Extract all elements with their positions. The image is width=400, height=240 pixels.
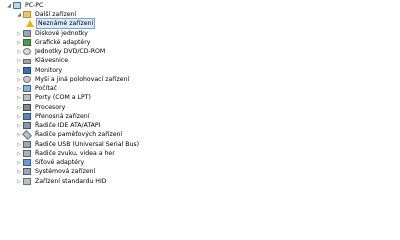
expand-arrow-icon[interactable]: ▷	[15, 167, 23, 176]
expand-arrow-icon[interactable]: ▷	[15, 66, 23, 75]
tree-node-computer[interactable]: ▷ Počítač	[15, 84, 175, 93]
expand-arrow-icon[interactable]: ▷	[15, 84, 23, 93]
tree-node-label[interactable]: Diskové jednotky	[34, 29, 89, 38]
tree-node-display-adapters[interactable]: ▷ Grafické adaptéry	[15, 38, 175, 47]
computer-icon	[23, 85, 31, 92]
tree-node-monitors[interactable]: ▷ Monitory	[15, 66, 175, 75]
expand-arrow-icon[interactable]: ▷	[15, 112, 23, 121]
tree-node-dvd-drives[interactable]: ▷ Jednotky DVD/CD-ROM	[15, 47, 175, 56]
tree-node-label[interactable]: Řadiče USB (Universal Serial Bus)	[34, 140, 140, 149]
tree-node-label[interactable]: Monitory	[34, 66, 63, 75]
storage-controller-icon	[22, 129, 32, 140]
tree-node-disk-drives[interactable]: ▷ Diskové jednotky	[15, 29, 175, 38]
tree-node-label[interactable]: Neznámé zařízení	[35, 18, 96, 29]
network-adapter-icon	[23, 159, 31, 166]
tree-node-label[interactable]: Počítač	[34, 84, 58, 93]
tree-node-storage-controllers[interactable]: ▷ Řadiče paměťových zařízení	[15, 129, 175, 140]
expand-arrow-icon[interactable]: ▷	[15, 47, 23, 56]
tree-node-other-devices[interactable]: ◢ Další zařízení	[15, 10, 175, 19]
portable-device-icon	[23, 113, 31, 120]
tree-node-label[interactable]: Řadiče IDE ATA/ATAPI	[34, 121, 101, 130]
usb-controller-icon	[23, 141, 31, 148]
tree-node-label[interactable]: Grafické adaptéry	[34, 38, 91, 47]
tree-node-label[interactable]: Procesory	[34, 103, 66, 112]
tree-node-sound-controllers[interactable]: ▷ Řadiče zvuku, videa a her	[15, 149, 175, 158]
expand-arrow-icon[interactable]: ▷	[15, 140, 23, 149]
expand-arrow-icon[interactable]: ▷	[15, 93, 23, 102]
sound-controller-icon	[23, 150, 31, 157]
ide-controller-icon	[23, 122, 31, 129]
tree-node-processors[interactable]: ▷ Procesory	[15, 103, 175, 112]
expand-arrow-icon[interactable]: ▷	[15, 121, 23, 130]
keyboard-icon	[23, 58, 31, 64]
port-icon	[23, 94, 31, 101]
expand-arrow-icon[interactable]: ▷	[15, 38, 23, 47]
tree-node-label[interactable]: Systémová zařízení	[34, 167, 96, 176]
tree-node-label[interactable]: Klávesnice	[34, 56, 69, 65]
tree-node-usb-controllers[interactable]: ▷ Řadiče USB (Universal Serial Bus)	[15, 140, 175, 149]
tree-node-label[interactable]: Myši a jiná polohovací zařízení	[34, 75, 130, 84]
tree-node-label[interactable]: Další zařízení	[34, 10, 77, 19]
expand-arrow-icon[interactable]: ▷	[15, 149, 23, 158]
expand-arrow-icon[interactable]: ▷	[15, 29, 23, 38]
expand-arrow-icon[interactable]: ▷	[15, 158, 23, 167]
tree-node-root[interactable]: ◢ PC-PC	[5, 1, 165, 10]
tree-node-hid-devices[interactable]: ▷ Zařízení standardu HID	[15, 177, 175, 186]
tree-node-mice[interactable]: ▷ Myši a jiná polohovací zařízení	[15, 75, 175, 84]
tree-node-label[interactable]: Porty (COM a LPT)	[34, 93, 92, 102]
dvd-drive-icon	[23, 48, 31, 55]
tree-node-portable-devices[interactable]: ▷ Přenosná zařízení	[15, 112, 175, 121]
mouse-icon	[23, 76, 31, 83]
hid-device-icon	[23, 178, 31, 185]
computer-icon	[13, 2, 21, 9]
tree-node-ports[interactable]: ▷ Porty (COM a LPT)	[15, 93, 175, 102]
tree-node-ide-controllers[interactable]: ▷ Řadiče IDE ATA/ATAPI	[15, 121, 175, 130]
unknown-device-folder-icon	[23, 11, 31, 18]
expand-arrow-icon[interactable]: ▷	[15, 177, 23, 186]
tree-node-label[interactable]: Řadiče zvuku, videa a her	[34, 149, 116, 158]
device-manager-tree: ◢ PC-PC ◢ Další zařízení Neznámé zařízen…	[0, 0, 400, 240]
tree-node-label[interactable]: Jednotky DVD/CD-ROM	[34, 47, 106, 56]
expand-arrow-icon[interactable]: ▷	[15, 103, 23, 112]
tree-node-unknown-device[interactable]: Neznámé zařízení	[26, 18, 186, 29]
display-adapter-icon	[23, 39, 31, 46]
expand-arrow-icon[interactable]: ▷	[15, 56, 23, 65]
tree-node-label[interactable]: Řadiče paměťových zařízení	[34, 130, 123, 139]
processor-icon	[23, 104, 31, 111]
tree-node-network-adapters[interactable]: ▷ Síťové adaptéry	[15, 158, 175, 167]
tree-node-keyboards[interactable]: ▷ Klávesnice	[15, 56, 175, 65]
tree-node-label[interactable]: PC-PC	[24, 1, 44, 10]
tree-node-label[interactable]: Zařízení standardu HID	[34, 177, 108, 186]
expand-arrow-icon[interactable]: ▷	[15, 75, 23, 84]
collapse-arrow-icon[interactable]: ◢	[15, 10, 23, 19]
tree-node-system-devices[interactable]: ▷ Systémová zařízení	[15, 167, 175, 176]
disk-drive-icon	[23, 30, 31, 37]
tree-node-label[interactable]: Přenosná zařízení	[34, 112, 90, 121]
system-device-icon	[23, 168, 31, 175]
tree-node-label[interactable]: Síťové adaptéry	[34, 158, 85, 167]
collapse-arrow-icon[interactable]: ◢	[5, 1, 13, 10]
monitor-icon	[23, 67, 31, 74]
warning-icon	[26, 20, 34, 27]
